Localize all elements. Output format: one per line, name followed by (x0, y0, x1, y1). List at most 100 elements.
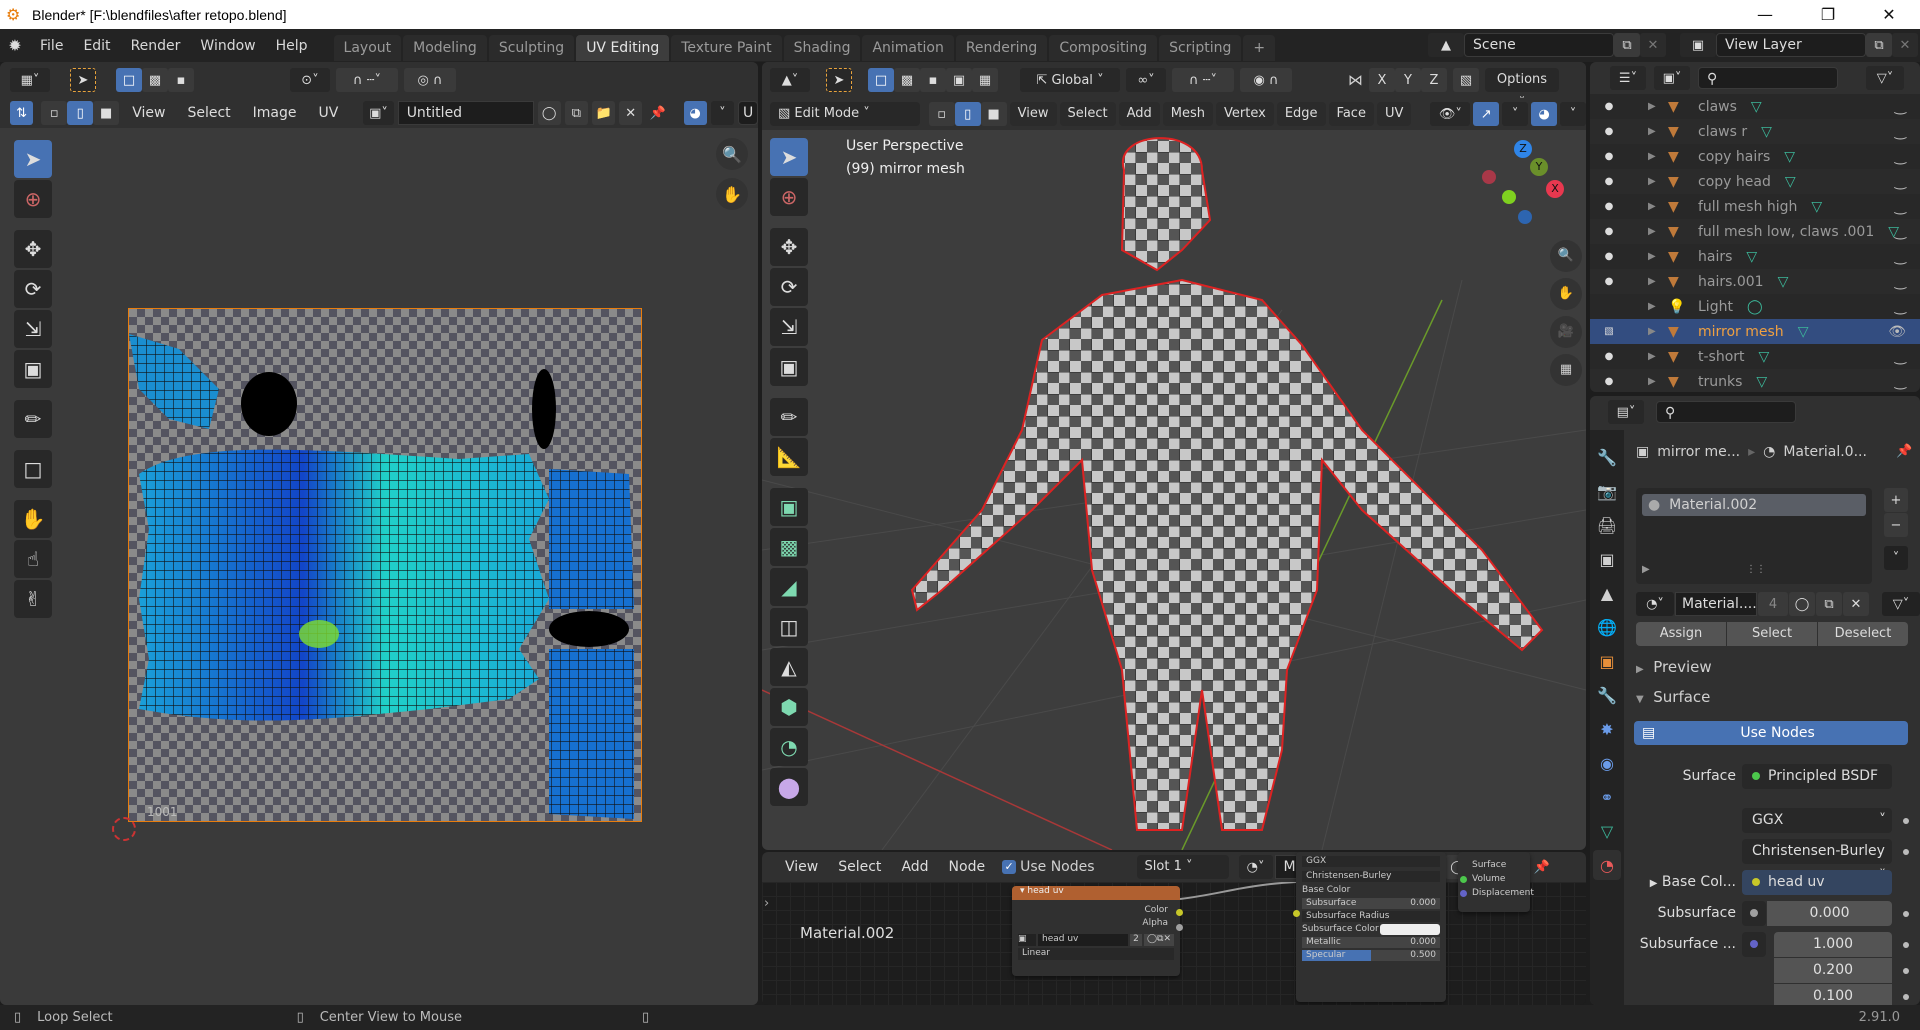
vp-select-intersect-icon[interactable]: ▦ (972, 68, 998, 92)
visibility-hidden-icon[interactable]: ‿ (1895, 299, 1906, 315)
node-canvas[interactable]: › Material.002 ▾ head uv Color Alpha ▣ h… (762, 852, 1586, 1005)
material-slots-list[interactable]: ● Material.002 ▶ ⋮⋮ (1636, 488, 1872, 584)
uv-image-checker[interactable]: 1001 (128, 308, 642, 822)
visibility-hidden-icon[interactable]: ‿ (1895, 124, 1906, 140)
mode-dot-icon[interactable]: ● (1590, 151, 1628, 162)
mode-dropdown[interactable]: ▧ Edit Mode ˅ (770, 102, 920, 126)
ne-pin-icon[interactable]: 📌 (1529, 855, 1555, 879)
overlays-dropdown-icon[interactable]: ˅ (710, 101, 734, 125)
menu-help[interactable]: Help (266, 34, 318, 58)
link-data-icon[interactable]: ▽˅ (1882, 592, 1920, 616)
display-mode-icon[interactable]: ☰˅ (1610, 66, 1646, 90)
vp-tool-move-icon[interactable]: ✥ (770, 228, 808, 266)
material-slot-item[interactable]: ● Material.002 (1642, 494, 1866, 516)
keyframe-dot[interactable] (1903, 942, 1909, 948)
properties-pin-icon[interactable]: 📌 (1896, 444, 1912, 459)
vp-pan-icon[interactable]: ✋ (1550, 278, 1582, 310)
visibility-hidden-icon[interactable]: ‿ (1895, 199, 1906, 215)
vp-menu-edge[interactable]: Edge (1276, 102, 1326, 126)
bsdf-input-subsurface-color[interactable]: Subsurface Color (1302, 924, 1440, 935)
bsdf-input-subsurface[interactable]: Subsurface 0.000 (1302, 898, 1440, 909)
tab-tool-icon[interactable]: 🔧 (1593, 442, 1621, 472)
subsurface-color-swatch[interactable] (1380, 924, 1440, 935)
tab-layout[interactable]: Layout (333, 35, 402, 61)
mode-dot-icon[interactable]: ● (1590, 101, 1628, 112)
vp-select-invert-icon[interactable]: ▣ (946, 68, 972, 92)
keyframe-dot[interactable] (1903, 911, 1909, 917)
vp-tool-smooth-icon[interactable]: ⬤ (770, 768, 808, 806)
pivot-icon[interactable]: ⊙˅ (290, 68, 330, 92)
tool-move-icon[interactable]: ✥ (14, 230, 52, 268)
gizmo-x-icon[interactable]: X (1546, 180, 1564, 198)
filter-icon[interactable]: ▽˅ (1866, 66, 1904, 90)
select-new-icon[interactable]: □ (116, 68, 142, 92)
properties-editor-type-icon[interactable]: ▤˅ (1608, 400, 1644, 424)
sync-selection-icon[interactable]: ⇅ (10, 101, 34, 125)
visibility-hidden-icon[interactable]: ‿ (1895, 374, 1906, 390)
light-data-icon[interactable]: ◯ (1747, 299, 1763, 315)
auto-merge-icon[interactable]: ▧ (1453, 68, 1479, 92)
volume-socket[interactable] (1460, 876, 1467, 883)
tab-uv-editing[interactable]: UV Editing (576, 35, 670, 61)
2d-cursor-icon[interactable] (112, 817, 136, 841)
tab-render-icon[interactable]: 📷 (1593, 476, 1621, 506)
expand-arrow-icon[interactable]: ▶ (1648, 201, 1668, 212)
tab-scene-icon[interactable]: ▲ (1593, 578, 1621, 608)
props-unlink-material-icon[interactable]: ✕ (1843, 592, 1869, 616)
expand-arrow-icon[interactable]: ▶ (1648, 276, 1668, 287)
subsurface-radius-x[interactable]: 1.000 (1774, 932, 1892, 957)
expand-arrow-icon[interactable]: ▶ (1648, 376, 1668, 387)
tool-transform-icon[interactable]: ▣ (14, 350, 52, 388)
gizmo-icon[interactable]: ↗ (1473, 102, 1500, 126)
base-color-socket[interactable] (1293, 910, 1300, 917)
truncated-field[interactable]: U (737, 101, 758, 125)
vp-tool-inset-icon[interactable]: ▩ (770, 528, 808, 566)
material-datablock-field[interactable]: Material.... (1675, 592, 1757, 616)
visibility-eye-icon[interactable]: 👁 (1888, 324, 1906, 340)
keyframe-dot[interactable] (1903, 994, 1909, 1000)
props-fake-user-icon[interactable]: ◯ (1789, 592, 1815, 616)
view-layer-field[interactable]: View Layer (1716, 33, 1866, 57)
subsurface-method-dropdown[interactable]: Christensen-Burley˅ (1742, 839, 1892, 884)
new-view-layer-icon[interactable]: ⧉ (1866, 33, 1892, 57)
tab-animation[interactable]: Animation (862, 35, 954, 61)
new-scene-icon[interactable]: ⧉ (1614, 33, 1640, 57)
mesh-data-icon[interactable]: ▽ (1778, 274, 1789, 290)
vp-tool-loop-cut-icon[interactable]: ◫ (770, 608, 808, 646)
tab-shading[interactable]: Shading (783, 35, 861, 61)
mesh-data-icon[interactable]: ▽ (1785, 174, 1796, 190)
tool-cursor-icon[interactable]: ⊕ (14, 180, 52, 218)
vp-tool-measure-icon[interactable]: 📐 (770, 438, 808, 476)
vp-tool-select-icon[interactable]: ➤ (770, 138, 808, 176)
material-browse-props-icon[interactable]: ◔˅ (1636, 592, 1674, 616)
overlays-icon[interactable]: ◕ (683, 101, 707, 125)
outliner-item[interactable]: ● ▶ ▼ full mesh high ▽ ‿ (1590, 194, 1920, 219)
vp-tool-rotate-icon[interactable]: ⟳ (770, 268, 808, 306)
subsurface-value[interactable]: 0.000 (1767, 901, 1892, 926)
outliner-item[interactable]: ● ▶ ▼ copy hairs ▽ ‿ (1590, 144, 1920, 169)
base-color-label[interactable]: ▶ Base Col... (1630, 874, 1736, 890)
vp-proportional-icon[interactable]: ◉ ∩ (1240, 68, 1292, 92)
open-image-icon[interactable]: 📁 (591, 101, 616, 125)
tab-physics-icon[interactable]: ◉ (1593, 748, 1621, 778)
visibility-hidden-icon[interactable]: ‿ (1895, 349, 1906, 365)
list-expand-icon[interactable]: ▶ (1642, 564, 1650, 575)
assign-button[interactable]: Assign (1636, 622, 1726, 646)
tool-select-box-icon[interactable]: ➤ (14, 140, 52, 178)
mirror-y-button[interactable]: Y (1395, 68, 1421, 92)
mirror-x-button[interactable]: X (1369, 68, 1395, 92)
vp-menu-select[interactable]: Select (1059, 102, 1116, 126)
tab-sculpting[interactable]: Sculpting (488, 35, 575, 61)
maximize-button[interactable]: ❐ (1805, 0, 1851, 29)
subsurface-socket[interactable] (1742, 901, 1766, 926)
ne-menu-view[interactable]: View (776, 855, 827, 879)
outliner-item[interactable]: ● ▶ ▼ hairs ▽ ‿ (1590, 244, 1920, 269)
mesh-data-icon[interactable]: ▽ (1811, 199, 1822, 215)
tab-particles-icon[interactable]: ✸ (1593, 714, 1621, 744)
vp-tool-transform-icon[interactable]: ▣ (770, 348, 808, 386)
ne-menu-add[interactable]: Add (892, 855, 937, 879)
ortho-toggle-icon[interactable]: ▦ (1550, 354, 1582, 386)
checkbox-checked-icon[interactable]: ✓ (1002, 860, 1017, 874)
scene-field[interactable]: Scene (1464, 33, 1614, 57)
mode-dot-icon[interactable]: ● (1590, 201, 1628, 212)
